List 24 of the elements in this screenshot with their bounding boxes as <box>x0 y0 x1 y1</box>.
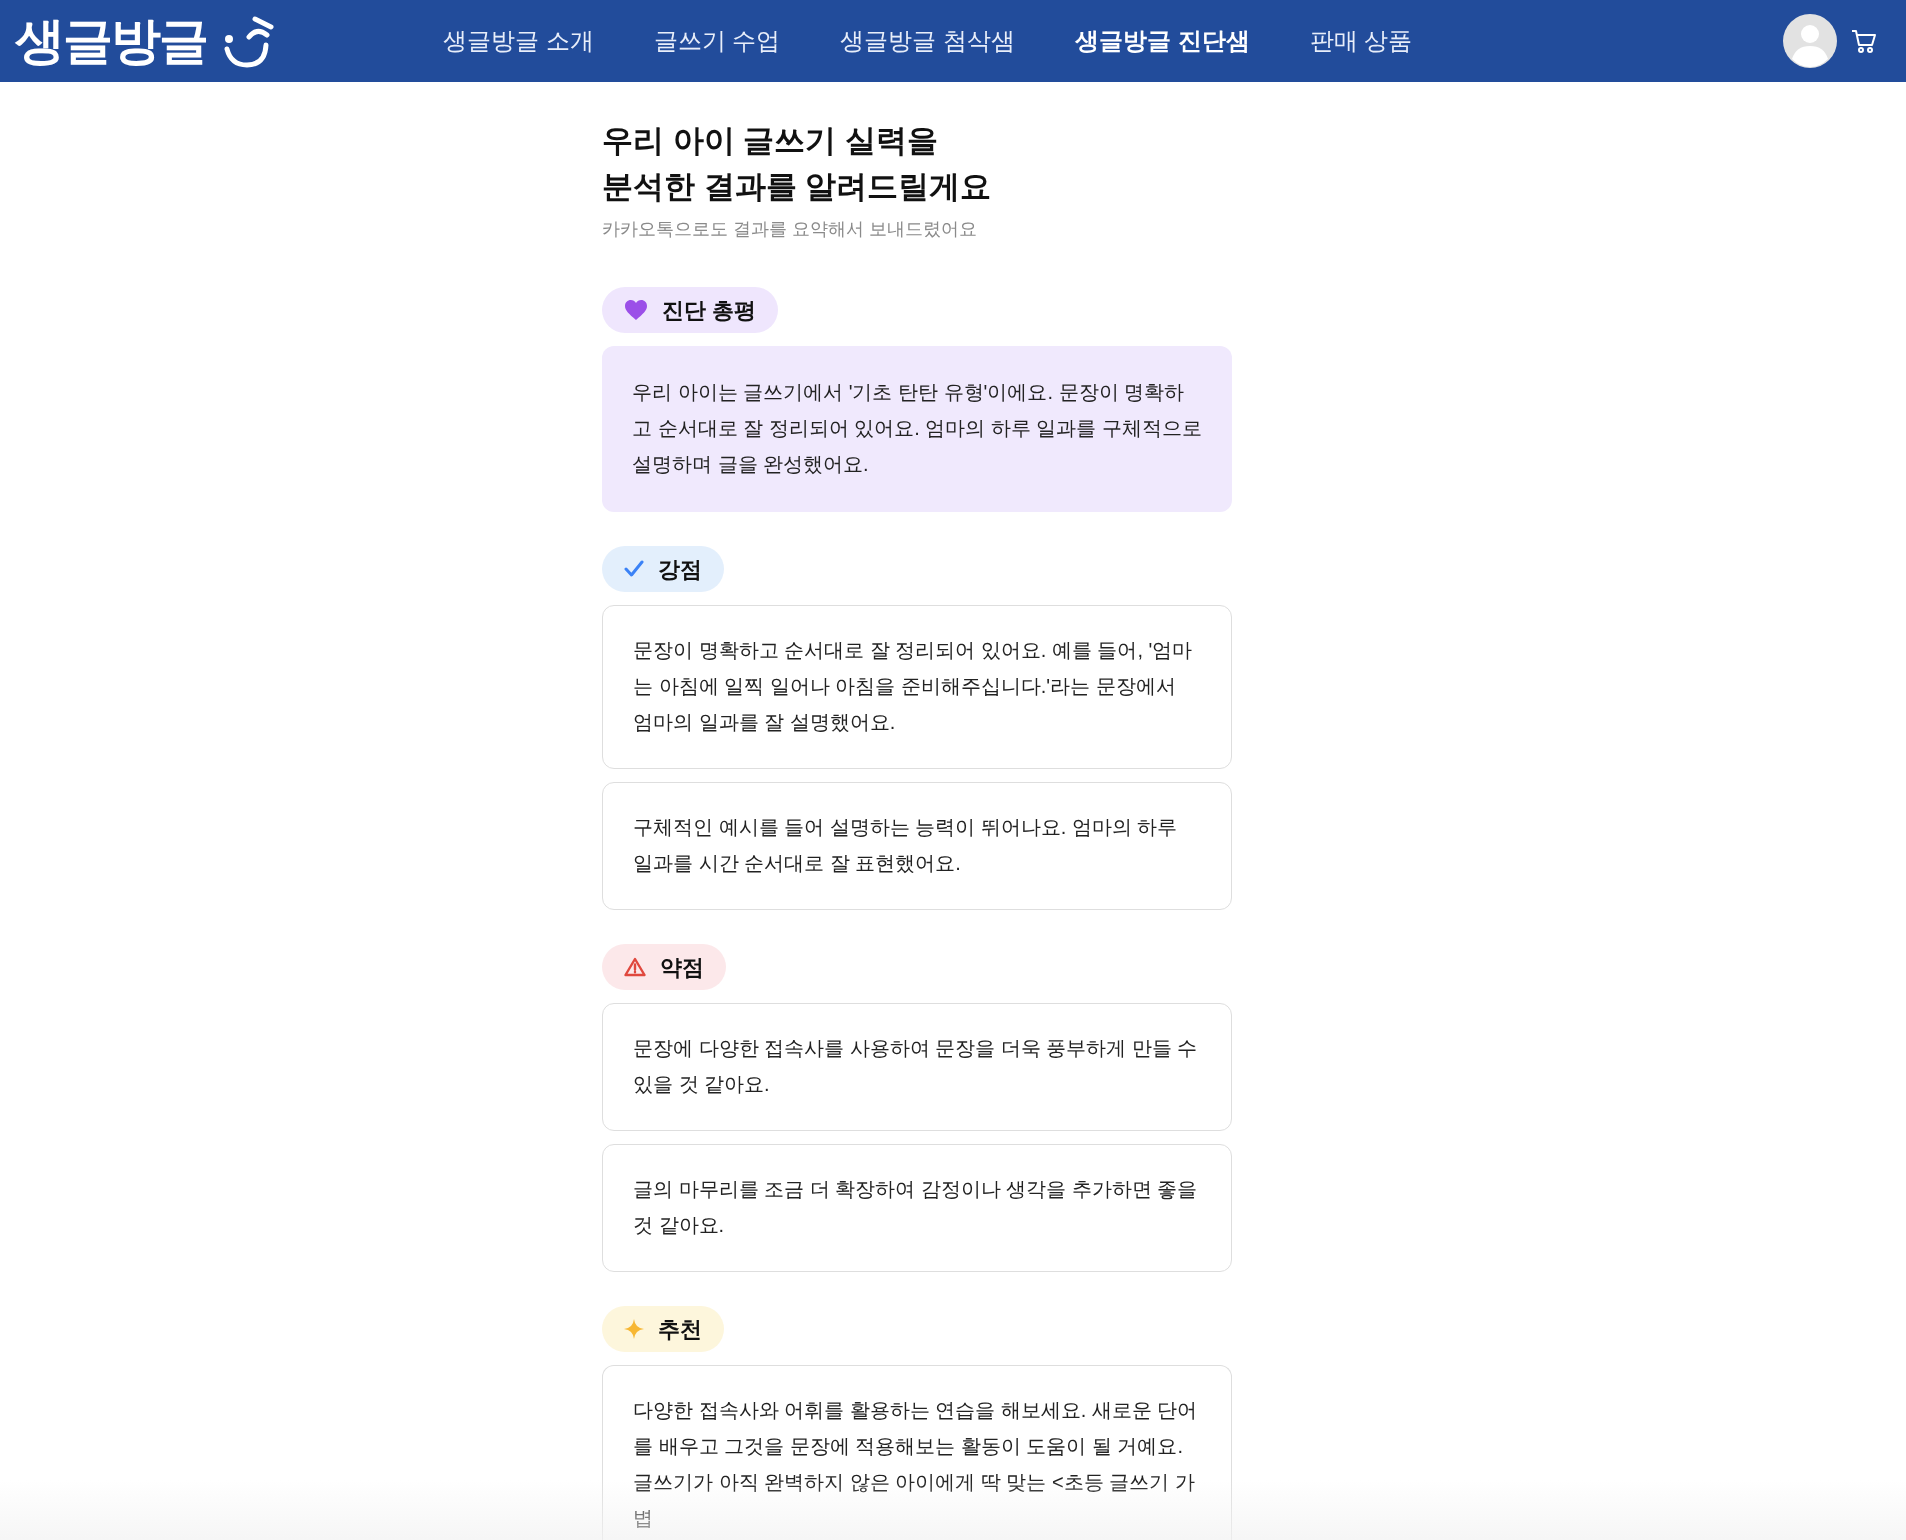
nav-link[interactable]: 생글방글 진단샘 <box>1075 23 1250 59</box>
card-text: 우리 아이는 글쓰기에서 '기초 탄탄 유형'이에요. 문장이 명확하고 순서대로 잘 정리되어 있어요. 엄마의 하루 일과를 구체적으로 설명하며 글을 완성했어요. <box>632 380 1202 477</box>
card-text: 문장이 명확하고 순서대로 잘 정리되어 있어요. 예를 들어, '엄마는 아침에 일찍 일어나 아침을 준비해주십니다.'라는 문장에서 엄마의 일과를 잘 설명했어요. <box>633 638 1194 735</box>
section-title: 추천 <box>658 1315 702 1344</box>
card-text: 문장에 다양한 접속사를 사용하여 문장을 더욱 풍부하게 만들 수 있을 것 같아요. <box>633 1036 1199 1097</box>
page-subtitle: 카카오톡으로도 결과를 요약해서 보내드렸어요 <box>602 218 978 241</box>
nav-link[interactable]: 생글방글 소개 <box>443 23 594 59</box>
page-title: 우리 아이 글쓰기 실력을 분석한 결과를 알려드릴게요 <box>602 122 993 206</box>
warning-icon <box>624 957 646 977</box>
check-icon <box>624 560 644 578</box>
section-title: 진단 총평 <box>662 296 757 325</box>
sparkle-icon <box>624 1319 644 1339</box>
card-text: 글의 마무리를 조금 더 확장하여 감정이나 생각을 추가하면 좋을 것 같아요. <box>633 1177 1199 1238</box>
heart-icon <box>624 299 648 321</box>
section-title: 강점 <box>658 555 702 584</box>
cart-icon[interactable] <box>1851 28 1877 54</box>
avatar-icon[interactable] <box>1783 14 1837 68</box>
section-title: 약점 <box>660 953 704 982</box>
logo-text[interactable]: 생글방글 <box>15 16 207 66</box>
nav-link[interactable]: 글쓰기 수업 <box>653 23 781 59</box>
card-text: 구체적인 예시를 들어 설명하는 능력이 뛰어나요. 엄마의 하루 일과를 시간 순서대로 잘 표현했어요. <box>633 815 1179 876</box>
card-text: 다양한 접속사와 어휘를 활용하는 연습을 해보세요. 새로운 단어를 배우고 그것을 문장에 적용해보는 활동이 도움이 될 거예요. 글쓰기가 아직 완벽하지 않은 아이에게 딱 맞는 <초등 글쓰기 가볍 <box>633 1398 1199 1531</box>
nav-link[interactable]: 판매 상품 <box>1309 23 1413 59</box>
nav-link[interactable]: 생글방글 첨삭샘 <box>840 23 1015 59</box>
